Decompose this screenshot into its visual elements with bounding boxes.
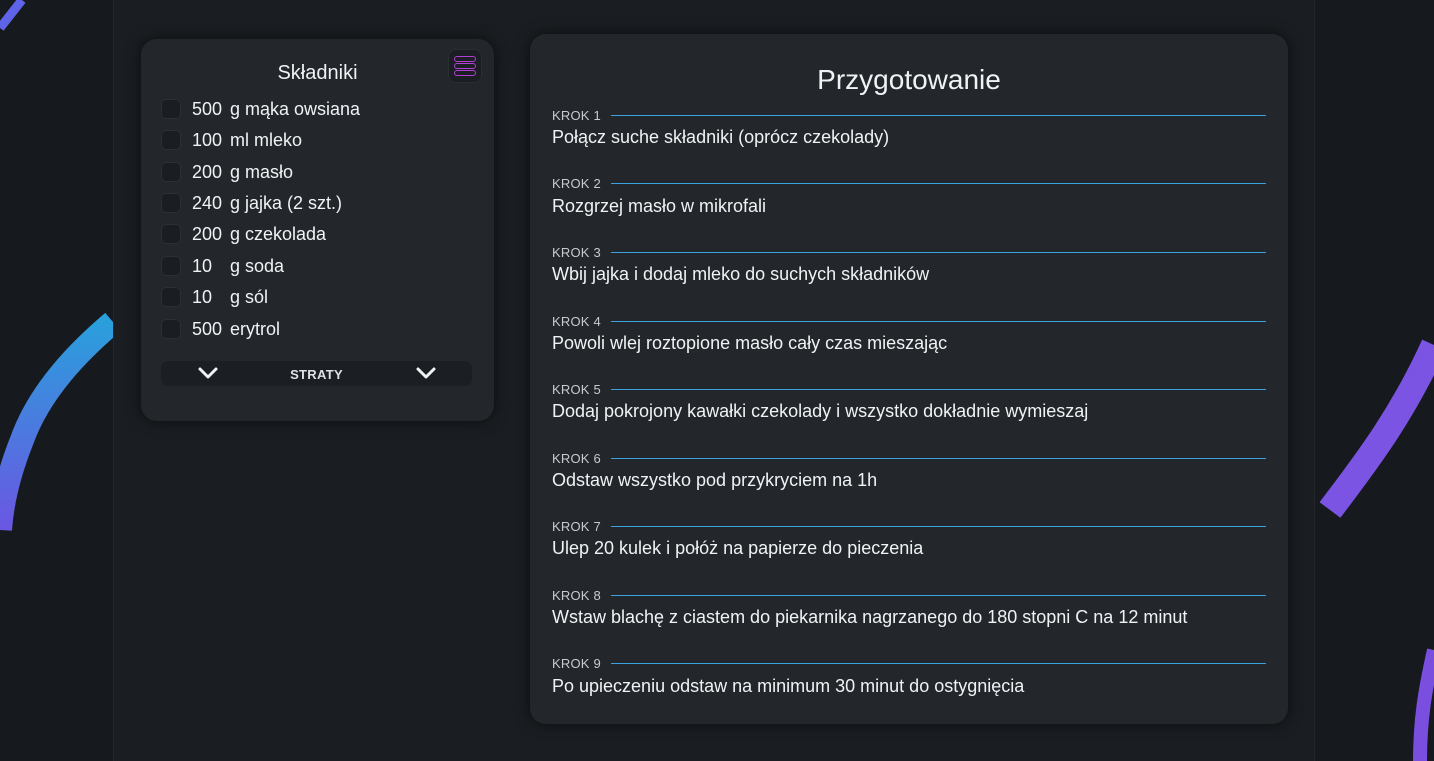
ingredient-quantity: 500: [192, 318, 223, 339]
step-header: KROK 4: [552, 313, 1266, 329]
step-text: Dodaj pokrojony kawałki czekolady i wszy…: [552, 401, 1089, 421]
ingredient-quantity: 240: [192, 192, 223, 213]
ingredient-name: g sól: [230, 286, 269, 307]
ingredient-quantity: 500: [192, 98, 223, 119]
ingredient-item: 240 g jajka (2 szt.): [161, 191, 342, 215]
straty-toggle[interactable]: STRATY: [161, 361, 472, 386]
step-label: KROK 5: [552, 381, 601, 397]
step-label: KROK 2: [552, 175, 601, 191]
ingredient-checkbox[interactable]: [161, 162, 181, 182]
ingredient-item: 100 ml mleko: [161, 128, 302, 152]
step-header: KROK 8: [552, 587, 1266, 603]
step-header: KROK 2: [552, 175, 1266, 191]
step-divider: [610, 114, 1266, 116]
step-text: Po upieczeniu odstaw na minimum 30 minut…: [552, 676, 1025, 696]
step-label: KROK 6: [552, 450, 601, 466]
ingredient-name: g czekolada: [230, 223, 327, 244]
step-label: KROK 3: [552, 244, 601, 260]
step-divider: [610, 320, 1266, 322]
step-divider: [610, 457, 1266, 459]
ingredient-name: erytrol: [230, 318, 281, 339]
step-divider: [610, 662, 1266, 664]
ingredient-checkbox[interactable]: [161, 224, 181, 244]
step-header: KROK 9: [552, 655, 1266, 671]
ingredient-checkbox[interactable]: [161, 99, 181, 119]
menu-button[interactable]: [448, 49, 482, 83]
step-divider: [610, 251, 1266, 253]
step-label: KROK 4: [552, 313, 601, 329]
ingredient-item: 200 g masło: [161, 160, 293, 184]
ingredient-checkbox[interactable]: [161, 319, 181, 339]
ingredient-name: g soda: [230, 255, 285, 276]
ingredient-item: 10 g soda: [161, 254, 284, 278]
step-label: KROK 9: [552, 655, 601, 671]
ingredient-item: 10 g sól: [161, 285, 268, 309]
ingredient-checkbox[interactable]: [161, 130, 181, 150]
ingredient-quantity: 10: [192, 286, 213, 307]
step-text: Powoli wlej roztopione masło cały czas m…: [552, 333, 948, 353]
ingredient-checkbox[interactable]: [161, 287, 181, 307]
step-divider: [610, 594, 1266, 596]
ingredient-item: 500 g mąka owsiana: [161, 97, 360, 121]
ingredient-name: g masło: [230, 161, 294, 182]
step-divider: [610, 525, 1266, 527]
ingredient-name: ml mleko: [230, 129, 303, 150]
step-header: KROK 7: [552, 518, 1266, 534]
ingredient-checkbox[interactable]: [161, 193, 181, 213]
ingredient-checkbox[interactable]: [161, 256, 181, 276]
step-label: KROK 7: [552, 518, 601, 534]
step-text: Wbij jajka i dodaj mleko do suchych skła…: [552, 264, 930, 284]
ingredient-quantity: 100: [192, 129, 223, 150]
ingredient-name: g mąka owsiana: [230, 98, 361, 119]
step-label: KROK 8: [552, 587, 601, 603]
preparation-title: Przygotowanie: [817, 64, 1001, 95]
step-header: KROK 5: [552, 381, 1266, 397]
step-text: Wstaw blachę z ciastem do piekarnika nag…: [552, 607, 1188, 627]
ingredient-quantity: 200: [192, 161, 223, 182]
ingredient-item: 500 erytrol: [161, 317, 280, 341]
chevron-down-icon: [416, 367, 436, 379]
ingredient-quantity: 200: [192, 223, 223, 244]
step-header: KROK 3: [552, 244, 1266, 260]
step-text: Połącz suche składniki (oprócz czekolady…: [552, 127, 890, 147]
ingredient-quantity: 10: [192, 255, 213, 276]
step-label: KROK 1: [552, 107, 601, 123]
step-text: Ulep 20 kulek i połóż na papierze do pie…: [552, 538, 924, 558]
step-divider: [610, 388, 1266, 390]
ingredient-item: 200 g czekolada: [161, 222, 326, 246]
step-header: KROK 1: [552, 107, 1266, 123]
ingredient-name: g jajka (2 szt.): [230, 192, 343, 213]
step-divider: [610, 182, 1266, 184]
ingredients-title: Składniki: [277, 62, 358, 84]
step-text: Odstaw wszystko pod przykryciem na 1h: [552, 470, 878, 490]
step-text: Rozgrzej masło w mikrofali: [552, 196, 767, 216]
step-header: KROK 6: [552, 450, 1266, 466]
